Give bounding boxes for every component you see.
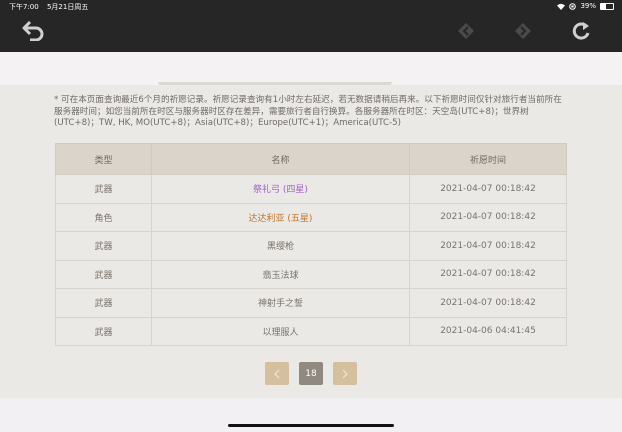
col-time: 祈愿时间 [409,143,567,175]
table-row: 武器 黑缨枪 2021-04-07 00:18:42 [55,231,567,261]
orientation-lock-icon [569,2,577,10]
next-page-button[interactable] [508,16,538,46]
cell-name: 翡玉法球 [151,259,410,289]
back-button[interactable] [18,16,48,46]
cell-time: 2021-04-07 00:18:42 [409,288,567,318]
chevron-left-icon [274,369,280,378]
undo-arrow-icon [22,21,44,41]
status-bar: 下午7:00 5月21日周五 39% [0,0,622,12]
status-date: 5月21日周五 [46,3,89,11]
prev-page-button[interactable] [451,16,481,46]
col-name: 名称 [151,143,410,175]
cell-type: 武器 [55,174,152,204]
cell-name: 达达利亚 (五星) [151,202,410,232]
refresh-button[interactable] [566,16,596,46]
table-row: 武器 以理服人 2021-04-06 04:41:45 [55,316,567,346]
chevron-right-icon [342,369,348,378]
cell-type: 武器 [55,231,152,261]
current-page-number[interactable]: 18 [299,362,323,385]
cell-type: 武器 [55,316,152,346]
bottom-bar [0,398,622,432]
header-tab-edge [158,82,392,85]
cell-type: 武器 [55,288,152,318]
diamond-prev-icon [458,23,474,39]
prev-page-arrow-button[interactable] [265,362,289,385]
diamond-next-icon [515,23,531,39]
wish-records-table: 类型 名称 祈愿时间 武器 祭礼弓 (四星) 2021-04-07 00:18:… [55,143,567,346]
cell-type: 角色 [55,202,152,232]
pagination: 18 [265,362,357,385]
refresh-icon [572,22,590,40]
next-page-arrow-button[interactable] [333,362,357,385]
table-row: 武器 翡玉法球 2021-04-07 00:18:42 [55,259,567,289]
cell-name: 神射手之誓 [151,288,410,318]
cell-name: 祭礼弓 (四星) [151,174,410,204]
cell-name: 以理服人 [151,316,410,346]
table-row: 角色 达达利亚 (五星) 2021-04-07 00:18:42 [55,202,567,232]
battery-percent: 39% [580,2,596,10]
wifi-icon [557,3,566,10]
page-header [0,52,622,85]
cell-time: 2021-04-07 00:18:42 [409,202,567,232]
cell-name: 黑缨枪 [151,231,410,261]
table-header-row: 类型 名称 祈愿时间 [55,143,567,175]
cell-time: 2021-04-06 04:41:45 [409,316,567,346]
cell-time: 2021-04-07 00:18:42 [409,174,567,204]
table-row: 武器 祭礼弓 (四星) 2021-04-07 00:18:42 [55,174,567,204]
table-row: 武器 神射手之誓 2021-04-07 00:18:42 [55,288,567,318]
status-time: 下午7:00 [9,3,39,11]
cell-time: 2021-04-07 00:18:42 [409,231,567,261]
cell-time: 2021-04-07 00:18:42 [409,259,567,289]
battery-icon [600,2,614,10]
browser-toolbar [0,12,622,52]
notice-text: * 可在本页面查询最近6个月的祈愿记录。祈愿记录查询有1小时左右延迟，若无数据请… [54,95,562,129]
col-type: 类型 [55,143,152,175]
home-indicator[interactable] [228,424,394,427]
cell-type: 武器 [55,259,152,289]
